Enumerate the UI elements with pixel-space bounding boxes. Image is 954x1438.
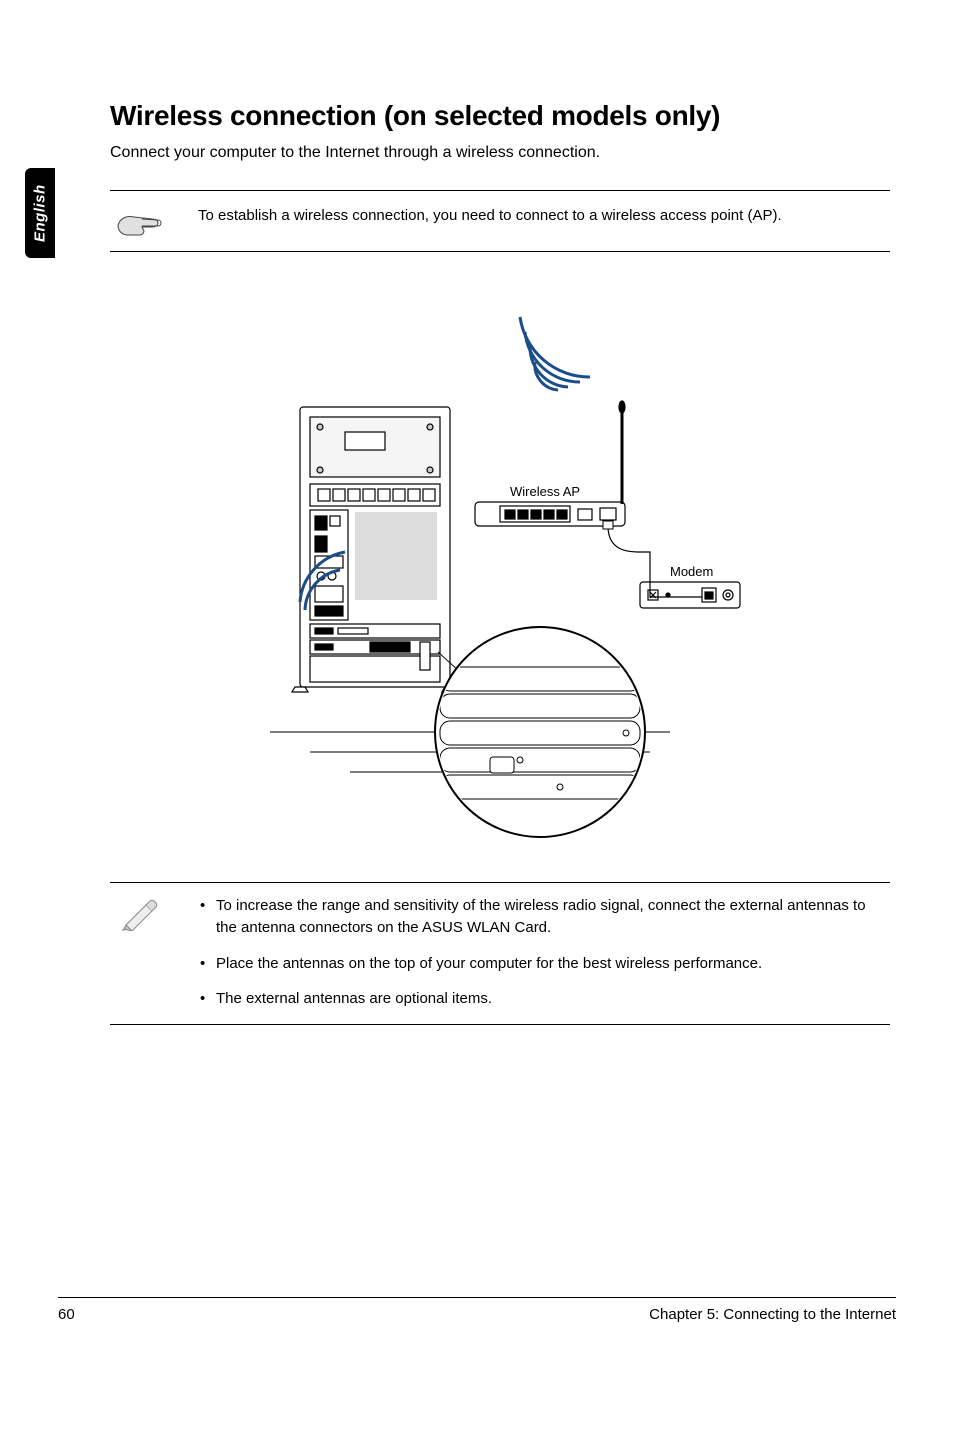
page-number: 60 bbox=[58, 1306, 75, 1323]
pencil-icon bbox=[110, 895, 170, 931]
pc-tower-icon bbox=[292, 407, 458, 692]
note-2-item: Place the antennas on the top of your co… bbox=[198, 953, 890, 975]
page: English Wireless connection (on selected… bbox=[0, 0, 954, 1438]
modem-icon bbox=[640, 582, 740, 608]
pointing-hand-icon bbox=[110, 203, 170, 237]
content-area: Wireless connection (on selected models … bbox=[110, 100, 890, 1025]
chapter-label: Chapter 5: Connecting to the Internet bbox=[649, 1306, 896, 1323]
magnifier-icon bbox=[435, 627, 646, 837]
connection-diagram: Wireless AP Modem bbox=[110, 292, 890, 852]
note-2-item: To increase the range and sensitivity of… bbox=[198, 895, 890, 939]
page-title: Wireless connection (on selected models … bbox=[110, 100, 890, 132]
page-footer: 60 Chapter 5: Connecting to the Internet bbox=[58, 1297, 896, 1323]
language-tab: English bbox=[25, 168, 55, 258]
wireless-ap-label: Wireless AP bbox=[510, 484, 580, 499]
note-block-2: To increase the range and sensitivity of… bbox=[110, 882, 890, 1025]
note-2-item: The external antennas are optional items… bbox=[198, 988, 890, 1010]
note-1-text: To establish a wireless connection, you … bbox=[198, 203, 782, 227]
intro-text: Connect your computer to the Internet th… bbox=[110, 144, 890, 162]
note-2-list: To increase the range and sensitivity of… bbox=[198, 895, 890, 1010]
modem-label: Modem bbox=[670, 564, 713, 579]
wireless-ap-icon bbox=[475, 401, 625, 526]
note-block-1: To establish a wireless connection, you … bbox=[110, 190, 890, 252]
